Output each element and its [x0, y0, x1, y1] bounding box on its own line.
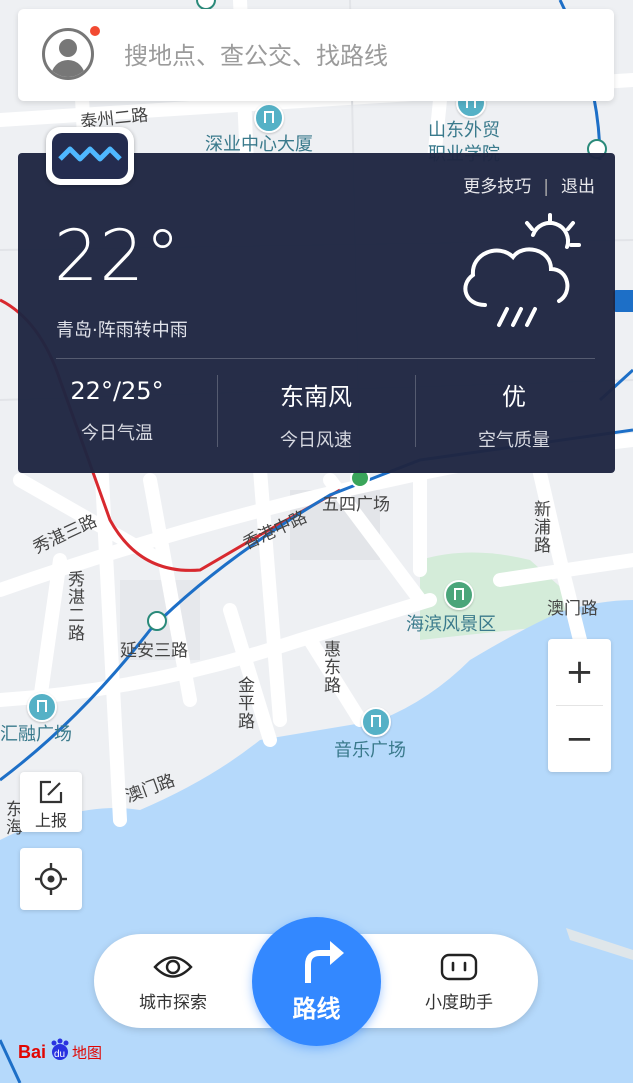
edit-icon — [39, 780, 63, 804]
city-explore-label: 城市探索 — [139, 993, 207, 1013]
more-tips-link[interactable]: 更多技巧 — [463, 177, 531, 197]
city-explore-button[interactable]: 城市探索 — [98, 934, 248, 1028]
metric-label: 空气质量 — [478, 430, 550, 451]
svg-text:地图: 地图 — [72, 1044, 102, 1062]
map-label: 秀湛二路 — [64, 570, 84, 642]
current-temperature: 22° — [54, 215, 182, 297]
svg-text:Bai: Bai — [18, 1042, 46, 1062]
xiaodu-assistant-button[interactable]: 小度助手 — [384, 934, 534, 1028]
metric-wind: 东南风 今日风速 — [227, 377, 405, 452]
metric-value: 22°/25° — [70, 377, 164, 405]
zoom-control: + − — [548, 639, 611, 772]
eye-icon — [153, 956, 193, 978]
map-label: 音乐广场 — [334, 740, 406, 761]
poi-pin-icon[interactable] — [27, 692, 57, 722]
map-label: 五四广场 — [322, 495, 390, 515]
search-input[interactable] — [122, 37, 586, 75]
report-button[interactable]: 上报 — [20, 772, 82, 832]
park-pin-icon[interactable] — [444, 580, 474, 610]
xiaodu-assistant-label: 小度助手 — [425, 993, 493, 1013]
map-label: 金平路 — [234, 676, 254, 730]
search-bar[interactable] — [18, 9, 614, 101]
weather-app-logo-icon — [46, 127, 134, 185]
city-condition: 青岛·阵雨转中雨 — [56, 320, 188, 341]
avatar-icon[interactable] — [42, 28, 94, 80]
metric-label: 今日气温 — [81, 423, 153, 444]
notification-dot-icon — [90, 26, 100, 36]
baidu-map-logo: Bai du 地图 — [18, 1036, 110, 1066]
route-button[interactable]: 路线 — [252, 917, 381, 1046]
divider — [56, 358, 595, 359]
map-label: 海滨风景区 — [406, 614, 496, 635]
turn-right-arrow-icon — [305, 941, 344, 983]
weather-card: 更多技巧 | 退出 22° 青岛·阵雨转中雨 22°/25° 今日气温 东南风 今日… — [18, 127, 615, 473]
metric-temperature-range: 22°/25° 今日气温 — [28, 377, 206, 445]
metric-air-quality: 优 空气质量 — [425, 377, 603, 452]
poi-pin-icon[interactable] — [254, 103, 284, 133]
cloud-rain-sun-icon — [455, 213, 585, 337]
metric-label: 今日风速 — [280, 430, 352, 451]
map-label: 山东外贸 — [428, 120, 500, 141]
metric-value: 优 — [502, 383, 526, 411]
locate-button[interactable] — [20, 848, 82, 910]
link-separator: | — [543, 177, 549, 197]
poi-pin-icon[interactable] — [361, 707, 391, 737]
map-label: 延安三路 — [120, 641, 188, 661]
robot-icon — [440, 953, 478, 981]
map-label: 澳门路 — [547, 599, 598, 619]
divider — [217, 375, 218, 447]
map-label: 惠东路 — [320, 640, 340, 694]
report-label: 上报 — [34, 811, 67, 830]
route-label: 路线 — [292, 995, 341, 1023]
zoom-out-button[interactable]: − — [548, 706, 611, 772]
zoom-in-button[interactable]: + — [548, 639, 611, 705]
map-label: 汇融广场 — [0, 724, 72, 745]
exit-link[interactable]: 退出 — [561, 177, 595, 197]
locate-icon — [35, 863, 67, 895]
divider — [415, 375, 416, 447]
svg-text:du: du — [54, 1049, 65, 1060]
map-label: 新浦路 — [530, 500, 550, 554]
weather-links: 更多技巧 | 退出 — [463, 172, 595, 197]
metric-value: 东南风 — [280, 383, 352, 411]
